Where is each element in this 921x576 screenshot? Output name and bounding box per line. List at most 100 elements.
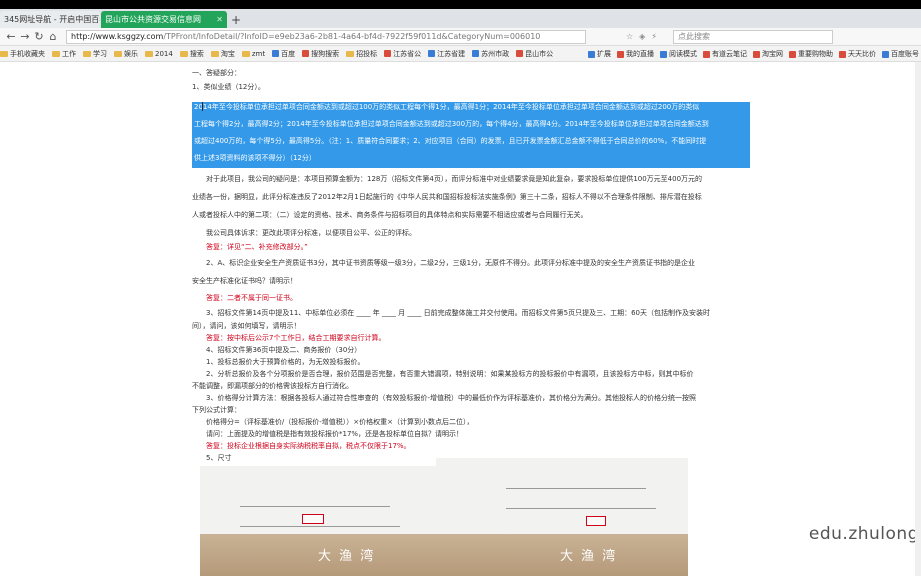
url-input[interactable]: http://www.ksggzy.com/TPFront/InfoDetail… (66, 29, 586, 44)
new-tab-button[interactable]: + (228, 11, 244, 28)
search-input[interactable]: 点此搜索 (672, 29, 833, 44)
paragraph-line: 不能调整，即漏项部分的价格需该投标方自行消化。 (192, 382, 353, 390)
bookmarks-bar: 手机收藏夹 工作 学习 娱乐 2014 搜索 淘宝 zmt 百度 搜狗搜索 招投… (0, 46, 921, 62)
baidu-icon (272, 50, 280, 57)
bookmark-item[interactable]: 百度 (272, 49, 295, 59)
highlighted-line: 供上述3项资料的该项不得分）（12分） (194, 154, 316, 162)
tab-label: 345网址导航 - 开启中国百年之 (4, 15, 100, 24)
tab-ksggzy[interactable]: 昆山市公共资源交易信息网 ✕ (101, 11, 227, 28)
paragraph-line: 人或者投标人中的第二项：（二）设定的资格、技术、商务条件与招标项目的具体特点和实… (192, 211, 588, 219)
answer-text: 答复：二者不属于同一证书。 (206, 294, 297, 302)
dimension-drawing-right: 大 渔 湾 (436, 458, 688, 576)
bookmark-item[interactable]: 工作 (52, 49, 76, 59)
paragraph-line: 安全生产标准化证书吗？请明示！ (192, 277, 297, 285)
bookmark-item[interactable]: 江苏省公 (384, 49, 421, 59)
taobao-icon (753, 50, 760, 58)
paragraph-line: 请问：上面提及的增值税是指有效投标报价*17%，还是各投标单位自拟？请明示！ (206, 430, 464, 438)
folder-icon (52, 50, 60, 57)
live-icon (617, 50, 624, 58)
bookmark-item[interactable]: 重要购物助 (789, 49, 833, 59)
highlighted-line: 工程每个得2分，最高得2分；2014年至今投标单位承担过单项合同金额达到或超过3… (194, 120, 709, 128)
paragraph-line: 3、价格得分计算方法：根据各投标人通过符合性审查的（有效投标报价-增值税）中的最… (206, 394, 696, 402)
bookmark-item[interactable]: 淘宝 (210, 49, 235, 59)
tab-bar: 345网址导航 - 开启中国百年之 昆山市公共资源交易信息网 ✕ + (0, 9, 921, 28)
bookmark-item[interactable]: 搜索 (179, 49, 204, 59)
scrollbar[interactable] (915, 62, 921, 576)
dimension-line (240, 526, 400, 527)
bookmark-item[interactable]: 搜狗搜索 (302, 49, 339, 59)
folder-icon (346, 50, 355, 57)
address-bar: ← → ↻ ⌂ http://www.ksggzy.com/TPFront/In… (0, 28, 921, 46)
dimension-drawing-left: 大 渔 湾 (200, 466, 436, 576)
bookmark-item[interactable]: 淘宝网 (753, 49, 783, 59)
red-annotation-box (302, 514, 324, 524)
bookmark-item[interactable]: 我的直播 (617, 49, 654, 59)
folder-icon (0, 50, 8, 57)
page-icon (472, 50, 480, 57)
folder-icon (241, 50, 250, 57)
bookmark-item[interactable]: 2014 (145, 50, 173, 58)
tab-navigation[interactable]: 345网址导航 - 开启中国百年之 (0, 11, 100, 28)
bookmark-item[interactable]: 昆山市公 (516, 49, 553, 59)
bookmark-item[interactable]: 阅读模式 (660, 49, 697, 59)
address-icons: ☆ ◈ ⚡ (626, 32, 657, 41)
paragraph-line: 1、投标总报价大于预算价格的，为无效投标报价。 (206, 358, 365, 366)
star-icon[interactable]: ☆ (626, 32, 633, 41)
reload-icon[interactable]: ↻ (32, 30, 46, 43)
paragraph-line: 2、A、标识企业安全生产资质证书3分，其中证书资质等级一级3分，二级2分，三级1… (206, 259, 696, 267)
puzzle-icon (588, 50, 595, 58)
answer-text: 答复：详见“二、补充修改部分。” (206, 243, 308, 251)
bookmark-item[interactable]: 有道云笔记 (703, 49, 747, 59)
paragraph-line: 4、招标文件第36页中提及二、商务报价（30分） (206, 346, 362, 354)
bookmark-item[interactable]: 手机收藏夹 (0, 49, 45, 59)
paragraph-line: 间），请问，该如何填写，请明示！ (192, 322, 301, 330)
folder-icon (145, 50, 153, 57)
section-heading: 一、答疑部分： (192, 69, 241, 77)
page-viewport: 一、答疑部分： 1、类似业绩（12分）。 2014年至今投标单位承担过单项合同金… (0, 62, 921, 576)
dimension-line (240, 506, 390, 507)
bookmark-item[interactable]: 江苏省建 (428, 49, 465, 59)
folder-icon (114, 50, 122, 57)
red-annotation-box (586, 516, 606, 526)
bookmarks-right: 扩展 我的直播 阅读模式 有道云笔记 淘宝网 重要购物助 天天比价 百度账号 (582, 46, 919, 61)
account-icon (882, 50, 889, 58)
paragraph-line: 下列公式计算： (192, 406, 241, 414)
forward-icon[interactable]: → (18, 30, 32, 43)
close-icon[interactable]: ✕ (216, 15, 223, 24)
url-host: http://www.ksggzy.com (71, 32, 164, 41)
shield-icon[interactable]: ◈ (639, 32, 645, 41)
paragraph-line: 我公司具体诉求：更改此项评分标准，以便项目公平、公正的评标。 (206, 229, 416, 237)
bookmark-item[interactable]: 娱乐 (114, 49, 138, 59)
home-icon[interactable]: ⌂ (46, 30, 60, 43)
dimension-line (506, 508, 656, 509)
bookmark-item[interactable]: 招投标 (346, 49, 377, 59)
dimension-line (506, 488, 646, 489)
back-icon[interactable]: ← (4, 30, 18, 43)
image-logo-text: 大 渔 湾 (318, 549, 376, 564)
bookmark-item[interactable]: 苏州市政 (472, 49, 509, 59)
paragraph-line: 3、招标文件第14页中提及11、中标单位必须在 ____ 年 ____ 月 __… (206, 309, 710, 317)
extensions-button[interactable]: 扩展 (588, 49, 611, 59)
folder-icon (210, 50, 219, 57)
note-icon (703, 50, 710, 58)
highlighted-line: 2014年至今投标单位承担过单项合同金额达到或超过100万的类似工程每个得1分，… (194, 103, 700, 111)
bookmark-item[interactable]: 学习 (83, 49, 107, 59)
image-logo-text: 大 渔 湾 (560, 549, 618, 564)
paragraph-line: 对于此项目，我公司的疑问是：本项目预算金额为：128万（招标文件第4页），而评分… (206, 175, 703, 183)
url-path: /TPFront/InfoDetail/?InfoID=e9eb23a6-2b8… (163, 32, 541, 41)
sogou-icon (302, 50, 310, 57)
folder-icon (179, 50, 188, 57)
bookmark-item[interactable]: 百度账号 (882, 49, 919, 59)
highlighted-line: 或超过400万的，每个得5分，最高得5分。（注：1、质量符合同要求；2、对应项目… (194, 137, 707, 145)
paragraph-line: 2、分析总报价及各个分项报价是否合理，报价范围是否完整，有否重大错漏项，特别说明… (206, 370, 694, 378)
bookmark-item[interactable]: 天天比价 (839, 49, 876, 59)
formula-line: 价格得分=（评标基准价/（投标报价-增值税））×价格权重×（计算到小数点后二位）… (206, 418, 474, 426)
answer-text: 答复：投标企业根据自身实际纳税税率自拟，税点不仅限于17%。 (206, 442, 411, 450)
page-icon (384, 50, 392, 57)
price-icon (839, 50, 846, 58)
lightning-icon[interactable]: ⚡ (651, 32, 657, 41)
bookmark-item[interactable]: zmt (241, 50, 265, 58)
paragraph-line: 业绩各一份，据明显，此评分标准违反了2012年2月1日起施行的《中华人民共和国招… (192, 193, 702, 201)
watermark: edu.zhulong (808, 524, 919, 544)
book-icon (660, 50, 667, 58)
